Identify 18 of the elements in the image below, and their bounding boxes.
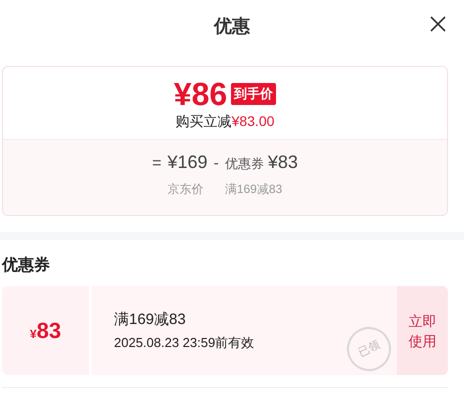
saving-amount: ¥83.00 xyxy=(232,112,274,130)
jd-price: ¥169 xyxy=(167,150,208,174)
operator-sign: = xyxy=(152,154,162,174)
price-badge: 到手价 xyxy=(231,83,276,105)
coupon-label: 优惠券 xyxy=(224,154,264,172)
price-caption: 京东价 xyxy=(167,180,204,198)
final-price: ¥86 xyxy=(174,76,228,112)
coupon-rule: 满169减83 xyxy=(114,310,186,328)
coupon-amount: ¥83 xyxy=(30,317,62,345)
saving-label: 购买立减 xyxy=(176,112,232,130)
close-icon xyxy=(430,16,446,32)
discount-caption: 满169减83 xyxy=(224,180,284,198)
section-title: 优惠券 xyxy=(2,256,50,276)
coupon-value: ¥83 xyxy=(268,150,298,174)
use-now-button[interactable]: 立即使用 xyxy=(397,286,448,375)
dialog-title: 优惠 xyxy=(214,14,250,38)
coupon-validity: 2025.08.23 23:59前有效 xyxy=(114,334,254,350)
operator-sign: - xyxy=(214,154,219,174)
